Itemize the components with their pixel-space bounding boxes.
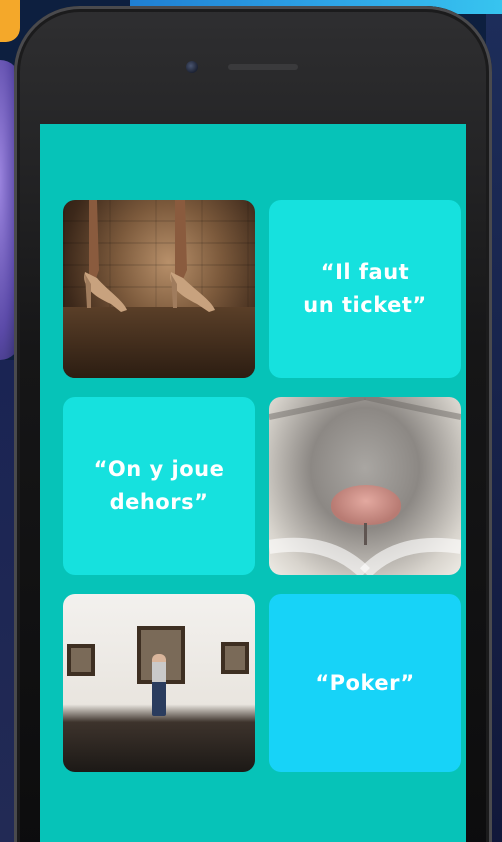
earpiece-speaker <box>228 64 298 70</box>
tile-label: “Il faut un ticket” <box>303 260 427 317</box>
phone-frame: “Il faut un ticket” “On y joue dehors” “… <box>14 6 492 842</box>
tile-museum-photo[interactable] <box>63 594 255 772</box>
phone-screen: “Il faut un ticket” “On y joue dehors” “… <box>40 124 466 842</box>
cat-nose <box>331 485 401 525</box>
tile-text-poker[interactable]: “Poker” <box>269 594 461 772</box>
high-heels-image <box>84 200 215 312</box>
tile-text-dehors[interactable]: “On y joue dehors” <box>63 397 255 575</box>
background-decoration-orange <box>0 0 20 42</box>
tile-cat-photo[interactable] <box>269 397 461 575</box>
visitor-figure <box>152 654 166 716</box>
tile-text-ticket[interactable]: “Il faut un ticket” <box>269 200 461 378</box>
front-camera-icon <box>186 61 198 73</box>
painting-frame <box>67 644 95 676</box>
tile-label: “Poker” <box>315 670 415 695</box>
cat-mouth <box>364 523 367 545</box>
tile-label: “On y joue dehors” <box>93 457 225 514</box>
tile-heels-photo[interactable] <box>63 200 255 378</box>
painting-frame <box>221 642 249 674</box>
